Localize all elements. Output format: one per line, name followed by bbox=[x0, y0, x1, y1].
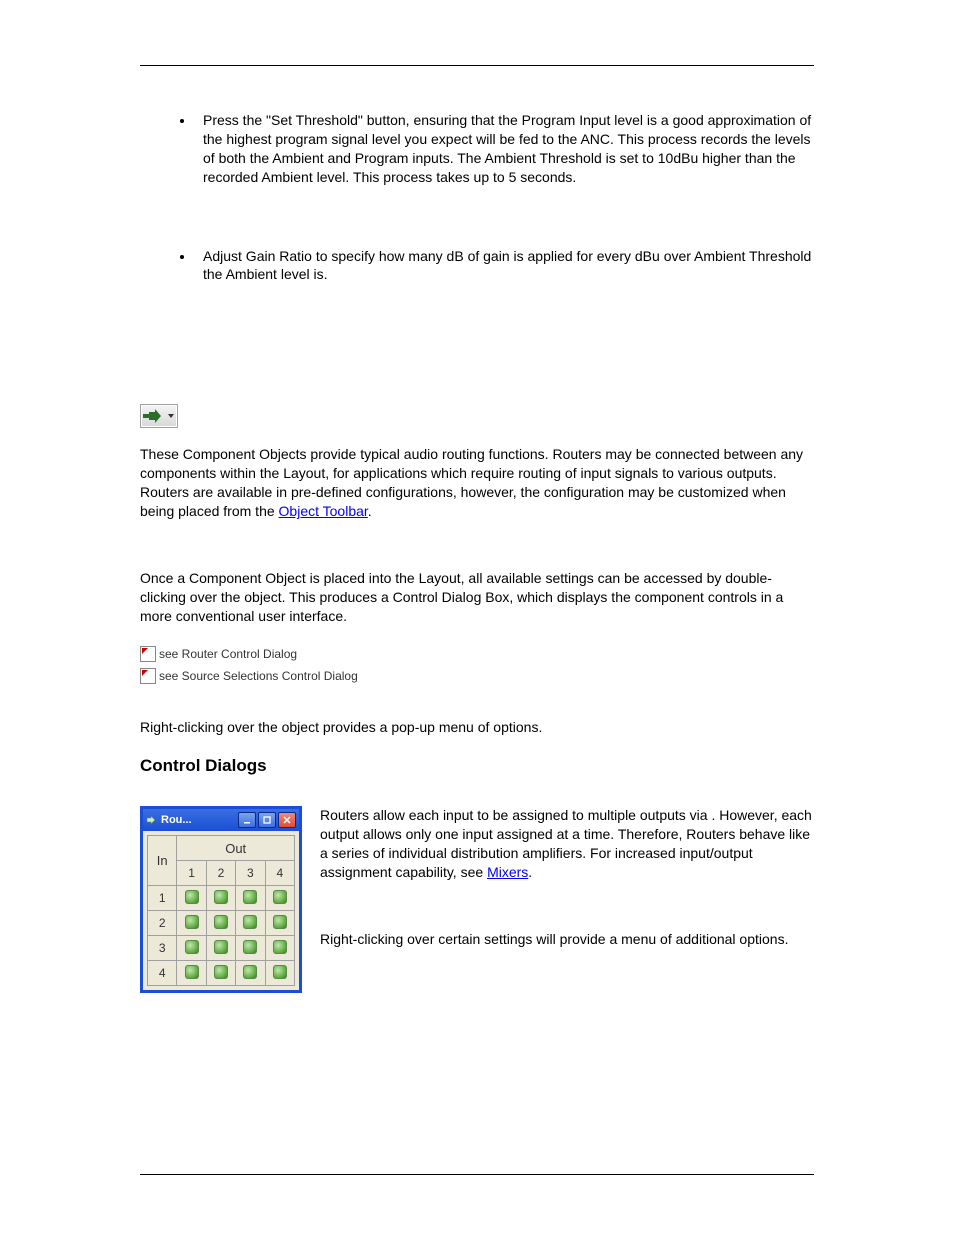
close-button[interactable] bbox=[278, 812, 296, 828]
right-click-settings-paragraph: Right-clicking over certain settings wil… bbox=[320, 930, 814, 949]
router-matrix: In Out 1 2 3 4 1 bbox=[147, 835, 295, 986]
control-dialogs-heading: Control Dialogs bbox=[140, 756, 814, 776]
router-dialog-window: Rou... In Out 1 2 3 bbox=[140, 806, 302, 993]
instruction-list: Press the "Set Threshold" button, ensuri… bbox=[140, 111, 814, 284]
crosspoint[interactable] bbox=[206, 936, 235, 961]
crosspoint-dot-icon bbox=[273, 915, 287, 929]
crosspoint-dot-icon bbox=[243, 890, 257, 904]
router-intro-paragraph: These Component Objects provide typical … bbox=[140, 445, 814, 521]
router-toolbar-icon[interactable] bbox=[140, 404, 178, 428]
col-header: 2 bbox=[206, 861, 235, 886]
crosspoint[interactable] bbox=[236, 886, 265, 911]
router-behavior-paragraph: Routers allow each input to be assigned … bbox=[320, 806, 814, 882]
crosspoint-dot-icon bbox=[273, 965, 287, 979]
crosspoint[interactable] bbox=[265, 911, 294, 936]
text: . bbox=[368, 503, 372, 519]
control-dialog-paragraph: Once a Component Object is placed into t… bbox=[140, 569, 814, 626]
crosspoint-dot-icon bbox=[185, 965, 199, 979]
text: Routers allow each input to be assigned … bbox=[320, 807, 812, 880]
bullet-gain-ratio: Adjust Gain Ratio to specify how many dB… bbox=[195, 247, 814, 285]
crosspoint[interactable] bbox=[265, 886, 294, 911]
see-router-dialog-link[interactable]: see Router Control Dialog bbox=[140, 646, 814, 662]
crosspoint-dot-icon bbox=[243, 965, 257, 979]
crosspoint-dot-icon bbox=[214, 965, 228, 979]
text: . bbox=[528, 864, 532, 880]
crosspoint-dot-icon bbox=[214, 940, 228, 954]
row-header: 1 bbox=[148, 886, 177, 911]
crosspoint[interactable] bbox=[265, 961, 294, 986]
crosspoint-dot-icon bbox=[185, 890, 199, 904]
object-toolbar-link[interactable]: Object Toolbar bbox=[279, 503, 368, 519]
row-header: 4 bbox=[148, 961, 177, 986]
see-source-selections-link[interactable]: see Source Selections Control Dialog bbox=[140, 668, 814, 684]
page-link-icon bbox=[140, 668, 156, 684]
crosspoint[interactable] bbox=[177, 936, 206, 961]
col-header: 4 bbox=[265, 861, 294, 886]
crosspoint[interactable] bbox=[177, 961, 206, 986]
out-header: Out bbox=[177, 836, 295, 861]
crosspoint[interactable] bbox=[206, 911, 235, 936]
right-click-paragraph: Right-clicking over the object provides … bbox=[140, 718, 814, 737]
crosspoint-dot-icon bbox=[243, 915, 257, 929]
crosspoint-dot-icon bbox=[243, 940, 257, 954]
mixers-link[interactable]: Mixers bbox=[487, 864, 528, 880]
bottom-rule bbox=[140, 1174, 814, 1175]
crosspoint[interactable] bbox=[236, 911, 265, 936]
dropdown-caret-icon bbox=[168, 414, 174, 418]
crosspoint-dot-icon bbox=[273, 890, 287, 904]
crosspoint[interactable] bbox=[236, 936, 265, 961]
crosspoint-dot-icon bbox=[185, 915, 199, 929]
crosspoint[interactable] bbox=[236, 961, 265, 986]
crosspoint[interactable] bbox=[206, 886, 235, 911]
top-rule bbox=[140, 65, 814, 66]
crosspoint-dot-icon bbox=[214, 915, 228, 929]
see-label: see Source Selections Control Dialog bbox=[159, 669, 358, 683]
col-header: 1 bbox=[177, 861, 206, 886]
crosspoint[interactable] bbox=[177, 911, 206, 936]
text: These Component Objects provide typical … bbox=[140, 446, 803, 519]
crosspoint[interactable] bbox=[265, 936, 294, 961]
crosspoint[interactable] bbox=[206, 961, 235, 986]
bullet-set-threshold: Press the "Set Threshold" button, ensuri… bbox=[195, 111, 814, 187]
row-header: 3 bbox=[148, 936, 177, 961]
router-titlebar[interactable]: Rou... bbox=[143, 809, 299, 831]
router-window-title: Rou... bbox=[161, 814, 192, 826]
crosspoint[interactable] bbox=[177, 886, 206, 911]
crosspoint-dot-icon bbox=[273, 940, 287, 954]
row-header: 2 bbox=[148, 911, 177, 936]
maximize-button[interactable] bbox=[258, 812, 276, 828]
crosspoint-dot-icon bbox=[185, 940, 199, 954]
page-link-icon bbox=[140, 646, 156, 662]
col-header: 3 bbox=[236, 861, 265, 886]
minimize-button[interactable] bbox=[238, 812, 256, 828]
in-header: In bbox=[148, 836, 177, 886]
crosspoint-dot-icon bbox=[214, 890, 228, 904]
router-window-icon bbox=[146, 814, 158, 826]
see-label: see Router Control Dialog bbox=[159, 647, 297, 661]
